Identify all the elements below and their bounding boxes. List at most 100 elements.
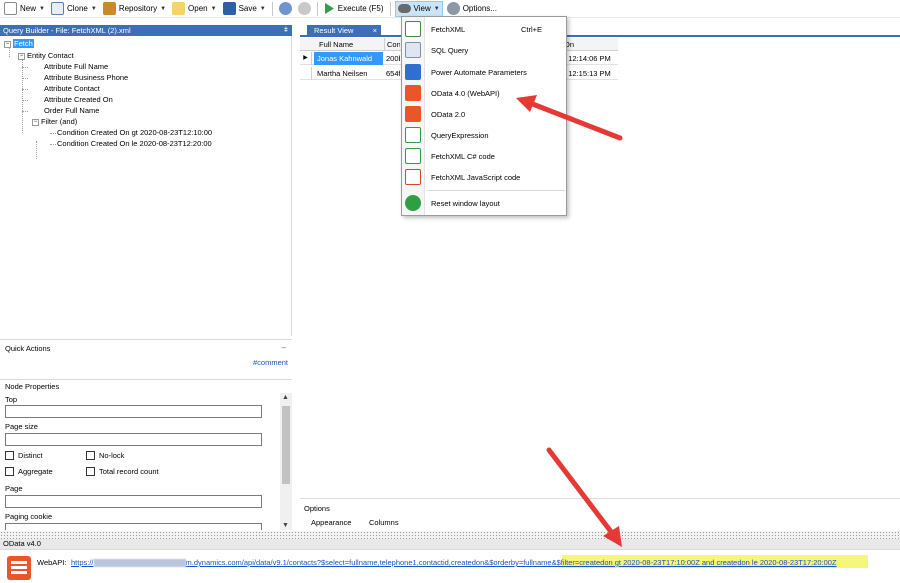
chevron-down-icon: ▼ xyxy=(90,5,97,12)
cell-created[interactable]: 0 12:14:06 PM xyxy=(562,52,622,65)
redo-button[interactable] xyxy=(296,1,313,17)
repository-button[interactable]: Repository ▼ xyxy=(101,1,168,17)
url-filter: $filter=createdon gt 2020-08-23T17:10:00… xyxy=(556,558,837,567)
reset-layout-icon xyxy=(405,195,421,211)
page-size-input[interactable] xyxy=(5,433,262,446)
cell-contact[interactable]: 654f xyxy=(384,67,400,80)
checkbox-box[interactable] xyxy=(5,467,14,476)
tree-connector xyxy=(50,133,56,134)
new-button[interactable]: New ▼ xyxy=(2,1,47,17)
page-input[interactable] xyxy=(5,495,262,508)
repository-icon xyxy=(102,2,116,15)
column-header-created[interactable]: On xyxy=(564,38,604,51)
clone-icon xyxy=(50,2,64,15)
gear-icon xyxy=(446,2,460,15)
menu-item-sql-query[interactable]: SQL Query xyxy=(402,40,566,60)
tree-node-attribute-contact[interactable]: Attribute Contact xyxy=(44,84,100,94)
save-icon xyxy=(222,2,236,15)
cell-created[interactable]: 0 12:15:13 PM xyxy=(562,67,622,80)
execute-label: Execute (F5) xyxy=(337,4,384,13)
chevron-down-icon: ▼ xyxy=(210,5,217,12)
menu-item-label: OData 4.0 (WebAPI) xyxy=(431,88,500,98)
webapi-url-link[interactable]: https:// m.dynamics.com/api/data/v9.1/con… xyxy=(71,558,837,568)
execute-button[interactable]: Execute (F5) xyxy=(322,1,386,17)
tree-node-order[interactable]: Order Full Name xyxy=(44,106,99,116)
menu-item-power-automate[interactable]: Power Automate Parameters xyxy=(402,62,566,82)
tree-node-condition-le[interactable]: Condition Created On le 2020-08-23T12:20… xyxy=(57,139,212,149)
tree-node-condition-gt[interactable]: Condition Created On gt 2020-08-23T12:10… xyxy=(57,128,212,138)
new-document-icon xyxy=(4,2,17,15)
toolbar-separator xyxy=(271,1,273,16)
top-input[interactable] xyxy=(5,405,262,418)
menu-item-label: FetchXML xyxy=(431,24,466,34)
fetchxml-icon xyxy=(405,21,421,37)
page-label: Page xyxy=(5,484,23,493)
play-icon xyxy=(324,3,334,14)
menu-item-shortcut: Ctrl+E xyxy=(521,24,543,34)
tree-node-attribute-created[interactable]: Attribute Created On xyxy=(44,95,113,105)
result-tab-strip: Result View × xyxy=(300,25,900,37)
tab-columns[interactable]: Columns xyxy=(369,518,399,527)
node-properties-scrollbar[interactable]: ▲ ▼ xyxy=(280,393,292,530)
cell-fullname[interactable]: Martha Neilsen xyxy=(317,67,383,80)
tree-node-filter[interactable]: − Filter (and) xyxy=(32,117,77,127)
save-button[interactable]: Save ▼ xyxy=(221,1,268,17)
menu-item-reset-layout[interactable]: Reset window layout xyxy=(402,193,566,213)
total-record-count-checkbox[interactable]: Total record count xyxy=(86,467,159,476)
tree-node-fetch[interactable]: − Fetch xyxy=(4,39,34,49)
menu-item-fetchxml[interactable]: FetchXML Ctrl+E xyxy=(402,19,566,39)
tree-node-entity[interactable]: − Entity Contact xyxy=(18,51,74,61)
menu-separator xyxy=(427,190,565,191)
menu-item-odata4[interactable]: OData 4.0 (WebAPI) xyxy=(402,83,566,103)
paging-cookie-input[interactable] xyxy=(5,523,262,530)
menu-item-csharp-code[interactable]: FetchXML C# code xyxy=(402,146,566,166)
scrollbar-thumb[interactable] xyxy=(282,406,290,484)
row-selector[interactable] xyxy=(300,67,312,80)
collapse-icon[interactable]: − xyxy=(32,118,39,126)
checkbox-box[interactable] xyxy=(86,467,95,476)
collapse-icon[interactable]: − xyxy=(4,40,11,48)
clone-button[interactable]: Clone ▼ xyxy=(49,1,99,17)
url-prefix: https:// xyxy=(71,558,94,567)
repository-label: Repository xyxy=(118,4,158,13)
minimize-icon[interactable]: – xyxy=(282,343,286,352)
close-icon[interactable]: × xyxy=(373,25,377,37)
menu-item-label: OData 2.0 xyxy=(431,109,466,119)
scroll-down-icon[interactable]: ▼ xyxy=(282,522,289,529)
cell-fullname[interactable]: Jonas Kahnwald xyxy=(314,52,383,65)
comment-link[interactable]: #comment xyxy=(253,358,288,367)
odata-icon xyxy=(405,85,421,101)
query-tree: − Fetch − Entity Contact Attribute Full Na… xyxy=(0,36,292,336)
undo-button[interactable] xyxy=(277,1,294,17)
collapse-icon[interactable]: − xyxy=(18,52,25,60)
pin-icon[interactable]: ǂ xyxy=(284,25,288,36)
row-pointer-icon: ▶ xyxy=(300,52,312,65)
column-header-fullname[interactable]: Full Name xyxy=(319,38,381,51)
menu-item-queryexpression[interactable]: QueryExpression xyxy=(402,125,566,145)
tree-node-attribute-fullname[interactable]: Attribute Full Name xyxy=(44,62,108,72)
cell-contact[interactable]: 200b xyxy=(384,52,400,65)
toolbar-separator xyxy=(316,1,318,16)
scroll-up-icon[interactable]: ▲ xyxy=(282,394,289,401)
tree-node-attribute-phone[interactable]: Attribute Business Phone xyxy=(44,73,128,83)
column-header-contact[interactable]: Cont xyxy=(384,38,400,51)
distinct-checkbox[interactable]: Distinct xyxy=(5,451,43,460)
tree-connector xyxy=(22,78,28,79)
menu-item-odata2[interactable]: OData 2.0 xyxy=(402,104,566,124)
splitter[interactable] xyxy=(0,531,900,539)
view-menu-button[interactable]: View ▼ xyxy=(394,0,443,17)
aggregate-label: Aggregate xyxy=(18,467,53,476)
open-button[interactable]: Open ▼ xyxy=(170,1,219,17)
tab-appearance[interactable]: Appearance xyxy=(311,518,351,527)
nolock-checkbox[interactable]: No-lock xyxy=(86,451,124,460)
aggregate-checkbox[interactable]: Aggregate xyxy=(5,467,53,476)
top-label: Top xyxy=(5,395,18,404)
total-record-count-label: Total record count xyxy=(99,467,159,476)
checkbox-box[interactable] xyxy=(86,451,95,460)
save-label: Save xyxy=(238,4,257,13)
javascript-code-icon xyxy=(405,169,421,185)
tab-result-view[interactable]: Result View × xyxy=(307,25,381,37)
menu-item-javascript-code[interactable]: FetchXML JavaScript code xyxy=(402,167,566,187)
checkbox-box[interactable] xyxy=(5,451,14,460)
options-button[interactable]: Options... xyxy=(445,1,499,17)
